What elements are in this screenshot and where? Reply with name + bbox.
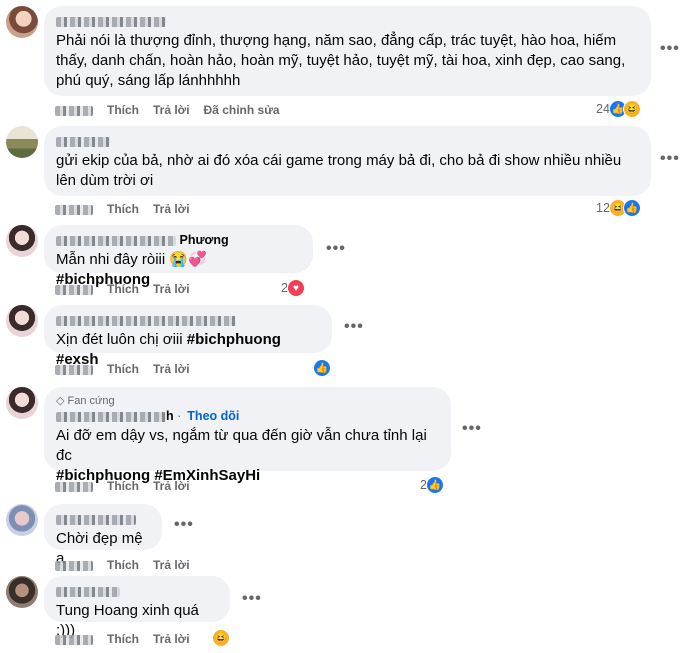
comment-text: Phải nói là thượng đỉnh, thượng hạng, nă… bbox=[56, 32, 626, 89]
avatar[interactable] bbox=[6, 225, 38, 257]
commenter-name[interactable] bbox=[56, 13, 639, 29]
avatar[interactable] bbox=[6, 126, 38, 158]
commenter-name[interactable]: Phương bbox=[56, 232, 301, 248]
like-button[interactable]: Thích bbox=[107, 282, 139, 296]
more-options-button[interactable]: ••• bbox=[242, 591, 262, 607]
more-options-button[interactable]: ••• bbox=[660, 41, 680, 57]
timestamp[interactable] bbox=[55, 560, 93, 571]
timestamp[interactable] bbox=[55, 284, 93, 295]
comment-actions: Thích Trả lời bbox=[55, 361, 204, 377]
reaction-summary[interactable]: 😆 bbox=[212, 629, 230, 647]
reaction-summary[interactable]: 👍 bbox=[313, 359, 331, 377]
reply-button[interactable]: Trả lời bbox=[153, 103, 190, 117]
more-options-button[interactable]: ••• bbox=[660, 151, 680, 167]
avatar[interactable] bbox=[6, 504, 38, 536]
reaction-summary[interactable]: 2 ♥ bbox=[281, 279, 305, 297]
commenter-name[interactable] bbox=[56, 312, 320, 328]
timestamp[interactable] bbox=[55, 105, 93, 116]
haha-icon: 😆 bbox=[622, 100, 641, 118]
timestamp[interactable] bbox=[55, 204, 93, 215]
comment-bubble: Phải nói là thượng đỉnh, thượng hạng, nă… bbox=[44, 6, 651, 96]
like-button[interactable]: Thích bbox=[107, 632, 139, 646]
comment-bubble: Phương Mẫn nhi đây ròiii 😭💞 #bichphuong bbox=[44, 225, 313, 288]
commenter-name[interactable] bbox=[56, 133, 639, 149]
diamond-icon: ◇ bbox=[56, 395, 65, 407]
edited-label[interactable]: Đã chỉnh sửa bbox=[204, 103, 280, 117]
comment-bubble: ◇ Fan cứng h · Theo dõi Ai đỡ em dậy vs, … bbox=[44, 387, 451, 484]
reaction-summary[interactable]: 24 👍 😆 bbox=[596, 100, 641, 118]
haha-icon: 😆 bbox=[212, 629, 230, 647]
comment-text: Ai đỡ em dậy vs, ngắm từ qua đến giờ vẫn… bbox=[56, 427, 427, 484]
comment-actions: Thích Trả lời bbox=[55, 631, 204, 647]
reaction-count: 12 bbox=[596, 201, 610, 215]
comment-actions: Thích Trả lời bbox=[55, 557, 204, 573]
like-button[interactable]: Thích bbox=[107, 479, 139, 493]
comment-actions: Thích Trả lời bbox=[55, 201, 204, 217]
avatar[interactable] bbox=[6, 576, 38, 608]
more-options-button[interactable]: ••• bbox=[326, 241, 346, 257]
fan-badge: ◇ Fan cứng bbox=[56, 395, 115, 407]
commenter-name[interactable]: h · Theo dõi bbox=[56, 408, 439, 424]
comment-bubble: Tung Hoang xinh quá :))) bbox=[44, 576, 230, 639]
comment-bubble: gửi ekip của bả, nhờ ai đó xóa cái game … bbox=[44, 126, 651, 196]
more-options-button[interactable]: ••• bbox=[344, 319, 364, 335]
like-icon: 👍 bbox=[622, 199, 641, 217]
comment-actions: Thích Trả lời bbox=[55, 478, 204, 494]
like-button[interactable]: Thích bbox=[107, 103, 139, 117]
like-icon: 👍 bbox=[425, 476, 444, 494]
timestamp[interactable] bbox=[55, 364, 93, 375]
more-options-button[interactable]: ••• bbox=[462, 421, 482, 437]
reply-button[interactable]: Trả lời bbox=[153, 202, 190, 216]
timestamp[interactable] bbox=[55, 481, 93, 492]
reply-button[interactable]: Trả lời bbox=[153, 362, 190, 376]
follow-button[interactable]: Theo dõi bbox=[187, 409, 239, 423]
reply-button[interactable]: Trả lời bbox=[153, 282, 190, 296]
comment-actions: Thích Trả lời Đã chỉnh sửa bbox=[55, 102, 294, 118]
like-button[interactable]: Thích bbox=[107, 362, 139, 376]
avatar[interactable] bbox=[6, 6, 38, 38]
reaction-summary[interactable]: 12 😆 👍 bbox=[596, 199, 641, 217]
commenter-name[interactable] bbox=[56, 511, 150, 527]
comment-actions: Thích Trả lời bbox=[55, 281, 204, 297]
timestamp[interactable] bbox=[55, 634, 93, 645]
reaction-summary[interactable]: 2 👍 bbox=[420, 476, 444, 494]
comment-bubble: Chời đẹp mệ ạ bbox=[44, 504, 162, 567]
comment-bubble: Xịn đét luôn chị ơiii #bichphuong #exsh bbox=[44, 305, 332, 368]
commenter-name[interactable] bbox=[56, 583, 218, 599]
reply-button[interactable]: Trả lời bbox=[153, 632, 190, 646]
like-button[interactable]: Thích bbox=[107, 558, 139, 572]
love-icon: ♥ bbox=[286, 279, 305, 297]
avatar[interactable] bbox=[6, 305, 38, 337]
avatar[interactable] bbox=[6, 387, 38, 419]
reply-button[interactable]: Trả lời bbox=[153, 479, 190, 493]
comment-text: gửi ekip của bả, nhờ ai đó xóa cái game … bbox=[56, 152, 622, 189]
like-icon: 👍 bbox=[313, 359, 331, 377]
like-button[interactable]: Thích bbox=[107, 202, 139, 216]
reply-button[interactable]: Trả lời bbox=[153, 558, 190, 572]
more-options-button[interactable]: ••• bbox=[174, 517, 194, 533]
reaction-count: 24 bbox=[596, 102, 610, 116]
